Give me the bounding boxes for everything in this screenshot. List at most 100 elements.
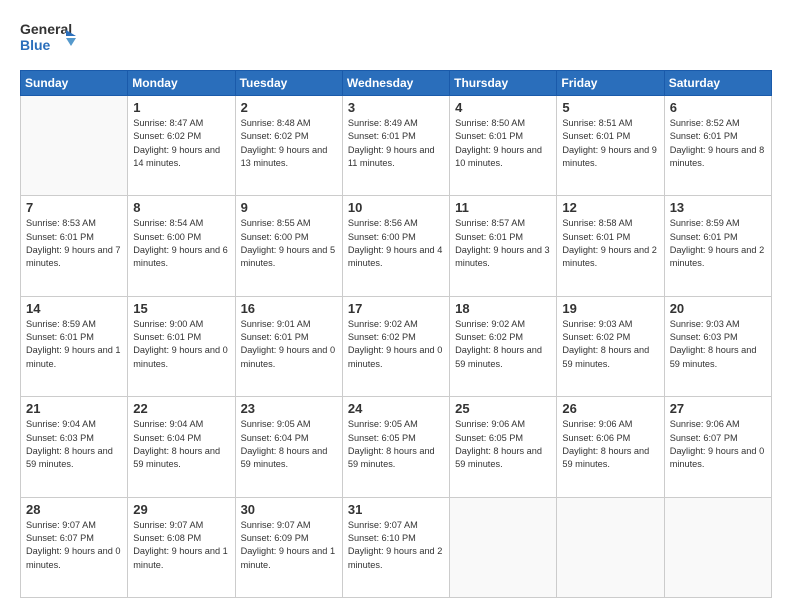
day-info: Sunrise: 8:51 AMSunset: 6:01 PMDaylight:… — [562, 117, 658, 170]
day-info: Sunrise: 9:05 AMSunset: 6:05 PMDaylight:… — [348, 418, 444, 471]
day-number: 27 — [670, 401, 766, 416]
day-info: Sunrise: 9:04 AMSunset: 6:04 PMDaylight:… — [133, 418, 229, 471]
day-info: Sunrise: 8:53 AMSunset: 6:01 PMDaylight:… — [26, 217, 122, 270]
calendar-cell: 5 Sunrise: 8:51 AMSunset: 6:01 PMDaylight… — [557, 96, 664, 196]
day-info: Sunrise: 8:50 AMSunset: 6:01 PMDaylight:… — [455, 117, 551, 170]
calendar-cell: 4Sunrise: 8:50 AMSunset: 6:01 PMDaylight… — [450, 96, 557, 196]
calendar-cell: 24 Sunrise: 9:05 AMSunset: 6:05 PMDayligh… — [342, 397, 449, 497]
calendar-cell: 25 Sunrise: 9:06 AMSunset: 6:05 PMDayligh… — [450, 397, 557, 497]
svg-text:Blue: Blue — [20, 37, 51, 53]
day-number: 17 — [348, 301, 444, 316]
calendar-cell: 7 Sunrise: 8:53 AMSunset: 6:01 PMDaylight… — [21, 196, 128, 296]
calendar-cell — [664, 497, 771, 597]
day-info: Sunrise: 9:00 AMSunset: 6:01 PMDaylight:… — [133, 318, 229, 371]
day-number: 18 — [455, 301, 551, 316]
day-info: Sunrise: 8:49 AMSunset: 6:01 PMDaylight:… — [348, 117, 444, 170]
calendar-cell: 29 Sunrise: 9:07 AMSunset: 6:08 PMDayligh… — [128, 497, 235, 597]
day-info: Sunrise: 8:58 AMSunset: 6:01 PMDaylight:… — [562, 217, 658, 270]
calendar-cell: 26 Sunrise: 9:06 AMSunset: 6:06 PMDayligh… — [557, 397, 664, 497]
day-info: Sunrise: 9:03 AMSunset: 6:02 PMDaylight:… — [562, 318, 658, 371]
calendar-week-4: 21 Sunrise: 9:04 AMSunset: 6:03 PMDayligh… — [21, 397, 772, 497]
day-number: 20 — [670, 301, 766, 316]
weekday-header-friday: Friday — [557, 71, 664, 96]
day-info: Sunrise: 8:54 AMSunset: 6:00 PMDaylight:… — [133, 217, 229, 270]
day-number: 9 — [241, 200, 337, 215]
day-info: Sunrise: 9:01 AMSunset: 6:01 PMDaylight:… — [241, 318, 337, 371]
day-info: Sunrise: 9:05 AMSunset: 6:04 PMDaylight:… — [241, 418, 337, 471]
day-info: Sunrise: 8:56 AMSunset: 6:00 PMDaylight:… — [348, 217, 444, 270]
calendar-cell: 2 Sunrise: 8:48 AMSunset: 6:02 PMDaylight… — [235, 96, 342, 196]
logo: GeneralBlue — [20, 18, 80, 58]
weekday-header-tuesday: Tuesday — [235, 71, 342, 96]
calendar-cell: 23 Sunrise: 9:05 AMSunset: 6:04 PMDayligh… — [235, 397, 342, 497]
day-info: Sunrise: 9:07 AMSunset: 6:07 PMDaylight:… — [26, 519, 122, 572]
day-number: 13 — [670, 200, 766, 215]
day-info: Sunrise: 8:57 AMSunset: 6:01 PMDaylight:… — [455, 217, 551, 270]
calendar-cell: 30 Sunrise: 9:07 AMSunset: 6:09 PMDayligh… — [235, 497, 342, 597]
day-number: 14 — [26, 301, 122, 316]
calendar-cell: 10 Sunrise: 8:56 AMSunset: 6:00 PMDayligh… — [342, 196, 449, 296]
day-number: 21 — [26, 401, 122, 416]
calendar-cell: 11 Sunrise: 8:57 AMSunset: 6:01 PMDayligh… — [450, 196, 557, 296]
day-number: 11 — [455, 200, 551, 215]
calendar-cell: 21 Sunrise: 9:04 AMSunset: 6:03 PMDayligh… — [21, 397, 128, 497]
weekday-header-sunday: Sunday — [21, 71, 128, 96]
day-number: 3 — [348, 100, 444, 115]
day-number: 24 — [348, 401, 444, 416]
day-info: Sunrise: 9:06 AMSunset: 6:06 PMDaylight:… — [562, 418, 658, 471]
day-number: 16 — [241, 301, 337, 316]
calendar-cell: 9Sunrise: 8:55 AMSunset: 6:00 PMDaylight… — [235, 196, 342, 296]
day-number: 8 — [133, 200, 229, 215]
day-number: 5 — [562, 100, 658, 115]
calendar-cell: 19Sunrise: 9:03 AMSunset: 6:02 PMDayligh… — [557, 296, 664, 396]
day-number: 26 — [562, 401, 658, 416]
weekday-header-saturday: Saturday — [664, 71, 771, 96]
calendar-cell: 18 Sunrise: 9:02 AMSunset: 6:02 PMDayligh… — [450, 296, 557, 396]
weekday-header-row: SundayMondayTuesdayWednesdayThursdayFrid… — [21, 71, 772, 96]
calendar-cell: 14 Sunrise: 8:59 AMSunset: 6:01 PMDayligh… — [21, 296, 128, 396]
day-info: Sunrise: 9:07 AMSunset: 6:09 PMDaylight:… — [241, 519, 337, 572]
day-number: 7 — [26, 200, 122, 215]
logo-svg: GeneralBlue — [20, 18, 80, 58]
day-info: Sunrise: 8:48 AMSunset: 6:02 PMDaylight:… — [241, 117, 337, 170]
calendar-cell: 3 Sunrise: 8:49 AMSunset: 6:01 PMDaylight… — [342, 96, 449, 196]
calendar-week-5: 28 Sunrise: 9:07 AMSunset: 6:07 PMDayligh… — [21, 497, 772, 597]
day-number: 31 — [348, 502, 444, 517]
weekday-header-monday: Monday — [128, 71, 235, 96]
day-number: 29 — [133, 502, 229, 517]
calendar-cell: 1 Sunrise: 8:47 AMSunset: 6:02 PMDaylight… — [128, 96, 235, 196]
day-info: Sunrise: 9:02 AMSunset: 6:02 PMDaylight:… — [348, 318, 444, 371]
calendar-cell: 28 Sunrise: 9:07 AMSunset: 6:07 PMDayligh… — [21, 497, 128, 597]
day-info: Sunrise: 8:47 AMSunset: 6:02 PMDaylight:… — [133, 117, 229, 170]
calendar-cell: 20 Sunrise: 9:03 AMSunset: 6:03 PMDayligh… — [664, 296, 771, 396]
day-info: Sunrise: 9:07 AMSunset: 6:08 PMDaylight:… — [133, 519, 229, 572]
day-info: Sunrise: 8:59 AMSunset: 6:01 PMDaylight:… — [670, 217, 766, 270]
day-number: 2 — [241, 100, 337, 115]
day-info: Sunrise: 8:52 AMSunset: 6:01 PMDaylight:… — [670, 117, 766, 170]
weekday-header-wednesday: Wednesday — [342, 71, 449, 96]
calendar-table: SundayMondayTuesdayWednesdayThursdayFrid… — [20, 70, 772, 598]
page: GeneralBlue SundayMondayTuesdayWednesday… — [0, 0, 792, 612]
calendar-cell: 17 Sunrise: 9:02 AMSunset: 6:02 PMDayligh… — [342, 296, 449, 396]
calendar-week-2: 7 Sunrise: 8:53 AMSunset: 6:01 PMDaylight… — [21, 196, 772, 296]
day-number: 6 — [670, 100, 766, 115]
calendar-cell — [450, 497, 557, 597]
day-number: 22 — [133, 401, 229, 416]
day-number: 23 — [241, 401, 337, 416]
day-info: Sunrise: 9:03 AMSunset: 6:03 PMDaylight:… — [670, 318, 766, 371]
day-number: 10 — [348, 200, 444, 215]
day-number: 30 — [241, 502, 337, 517]
day-number: 25 — [455, 401, 551, 416]
day-number: 1 — [133, 100, 229, 115]
day-info: Sunrise: 9:06 AMSunset: 6:05 PMDaylight:… — [455, 418, 551, 471]
day-info: Sunrise: 9:04 AMSunset: 6:03 PMDaylight:… — [26, 418, 122, 471]
day-number: 28 — [26, 502, 122, 517]
calendar-cell: 8 Sunrise: 8:54 AMSunset: 6:00 PMDaylight… — [128, 196, 235, 296]
calendar-cell: 12Sunrise: 8:58 AMSunset: 6:01 PMDayligh… — [557, 196, 664, 296]
day-info: Sunrise: 9:02 AMSunset: 6:02 PMDaylight:… — [455, 318, 551, 371]
calendar-week-3: 14 Sunrise: 8:59 AMSunset: 6:01 PMDayligh… — [21, 296, 772, 396]
day-info: Sunrise: 8:59 AMSunset: 6:01 PMDaylight:… — [26, 318, 122, 371]
calendar-cell — [21, 96, 128, 196]
day-info: Sunrise: 9:07 AMSunset: 6:10 PMDaylight:… — [348, 519, 444, 572]
calendar-week-1: 1 Sunrise: 8:47 AMSunset: 6:02 PMDaylight… — [21, 96, 772, 196]
